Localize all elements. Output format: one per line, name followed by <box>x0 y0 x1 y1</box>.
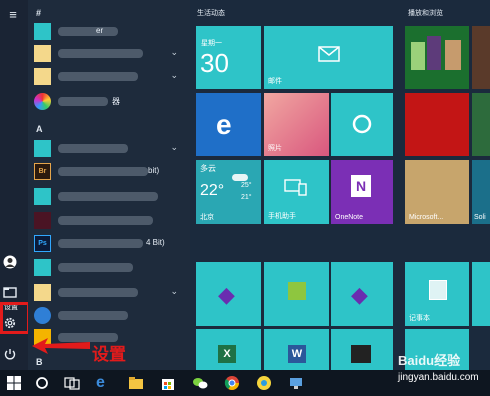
mail-label: 邮件 <box>268 78 282 85</box>
app-label-partial: 器 <box>112 97 120 106</box>
partial-tile[interactable] <box>472 93 490 156</box>
phone-companion-tile[interactable]: 手机助手 <box>264 160 329 224</box>
list-item[interactable] <box>34 258 184 277</box>
notepad-label: 记事本 <box>409 315 430 322</box>
group-title-play[interactable]: 播放和浏览 <box>408 8 443 18</box>
app-label-partial: bit) <box>148 166 160 175</box>
notepad-icon <box>429 280 447 300</box>
baidu-watermark-url: jingyan.baidu.com <box>398 372 479 383</box>
game-tile[interactable] <box>405 93 469 156</box>
chrome-icon[interactable] <box>224 375 240 391</box>
group-title-life[interactable]: 生活动态 <box>197 8 225 18</box>
qq-browser-icon[interactable] <box>256 375 272 391</box>
store-icon[interactable] <box>160 375 176 391</box>
app-label-partial: er <box>96 26 104 35</box>
list-item[interactable] <box>34 306 184 325</box>
calendar-weekday: 星期一 <box>201 40 222 47</box>
annotation-label: 设置 <box>92 345 126 364</box>
edge-tile[interactable]: e <box>196 93 261 156</box>
onenote-label: OneNote <box>335 214 364 221</box>
cortana-ring-icon <box>352 114 372 134</box>
power-icon[interactable] <box>3 347 23 365</box>
excel-icon: X <box>218 345 236 363</box>
section-header-a[interactable]: A <box>36 124 43 134</box>
app-icon <box>351 345 371 363</box>
weather-tile[interactable]: 多云 22° 25° 21° 北京 <box>196 160 261 224</box>
onenote-tile[interactable]: N OneNote <box>331 160 393 224</box>
list-item[interactable]: er <box>34 22 184 41</box>
settings-highlight-box <box>0 302 30 334</box>
xbox-tile[interactable] <box>405 26 469 89</box>
chevron-down-icon[interactable]: ⌄ <box>170 142 178 153</box>
file-explorer-icon[interactable] <box>128 375 144 391</box>
word-icon: W <box>288 345 306 363</box>
excel-tile[interactable]: X <box>196 329 261 370</box>
edge-icon: e <box>216 109 232 140</box>
microsoft-tile[interactable]: Microsoft... <box>405 160 469 224</box>
vs-tile[interactable]: ◆ <box>331 262 393 326</box>
solitaire-tile[interactable]: Soli <box>472 160 490 224</box>
list-item[interactable]: Br bit) <box>34 162 184 181</box>
notepad-tile[interactable]: 记事本 <box>405 262 469 326</box>
wechat-icon[interactable] <box>192 375 208 391</box>
list-item[interactable] <box>34 187 184 206</box>
weather-temp: 22° <box>200 182 225 199</box>
cortana-search-icon[interactable] <box>34 375 50 391</box>
chevron-down-icon[interactable]: ⌄ <box>170 286 178 297</box>
app-icon <box>288 282 306 300</box>
mail-tile[interactable]: 邮件 <box>264 26 393 89</box>
visual-studio-icon: ◆ <box>351 282 368 307</box>
user-avatar[interactable] <box>3 255 23 273</box>
hamburger-menu-icon[interactable]: ≡ <box>3 6 23 24</box>
partial-tile[interactable] <box>472 26 490 89</box>
list-item[interactable]: ⌄ <box>34 67 184 86</box>
solitaire-label: Soli <box>474 214 486 221</box>
app-tile[interactable] <box>264 262 329 326</box>
weather-city: 北京 <box>200 214 214 221</box>
section-header-b[interactable]: B <box>36 357 43 367</box>
windows-start-icon[interactable] <box>6 375 22 391</box>
list-item[interactable]: 器 <box>34 92 184 111</box>
vs-tile[interactable]: ◆ <box>196 262 261 326</box>
microsoft-label: Microsoft... <box>409 214 444 221</box>
calendar-tile[interactable]: 星期一 30 <box>196 26 261 89</box>
annotation-arrow <box>32 338 90 354</box>
app-list: # er ⌄ ⌄ 器 A ⌄ Br bit) Ps 4 Bit) ⌄ B <box>28 0 190 370</box>
baidu-watermark-logo: Baidu经验 <box>398 353 461 368</box>
partial-tile[interactable] <box>472 262 490 326</box>
network-app-icon[interactable] <box>288 375 304 391</box>
visual-studio-icon: ◆ <box>218 282 235 307</box>
list-item[interactable]: ⌄ <box>34 44 184 63</box>
weather-condition: 多云 <box>200 164 216 173</box>
list-item[interactable]: ⌄ <box>34 139 184 158</box>
app-tile[interactable] <box>331 329 393 370</box>
phone-laptop-icon <box>284 179 307 196</box>
chevron-down-icon[interactable]: ⌄ <box>170 70 178 81</box>
list-item[interactable]: Ps 4 Bit) <box>34 234 184 253</box>
phone-companion-label: 手机助手 <box>268 213 296 220</box>
app-label-partial: 4 Bit) <box>146 238 165 247</box>
chevron-down-icon[interactable]: ⌄ <box>170 47 178 58</box>
mail-icon <box>318 46 340 62</box>
edge-browser-icon[interactable]: e <box>96 375 112 391</box>
list-item[interactable] <box>34 211 184 230</box>
weather-high: 25° <box>241 182 252 189</box>
section-header-hash[interactable]: # <box>36 8 41 18</box>
onenote-icon: N <box>351 175 371 197</box>
photos-tile[interactable]: 照片 <box>264 93 329 156</box>
cloud-icon <box>232 174 248 181</box>
cortana-tile[interactable] <box>331 93 393 156</box>
calendar-day: 30 <box>200 48 229 78</box>
photos-label: 照片 <box>268 145 282 152</box>
list-item[interactable]: ⌄ <box>34 283 184 302</box>
word-tile[interactable]: W <box>264 329 329 370</box>
weather-low: 21° <box>241 194 252 201</box>
task-view-icon[interactable] <box>64 375 80 391</box>
